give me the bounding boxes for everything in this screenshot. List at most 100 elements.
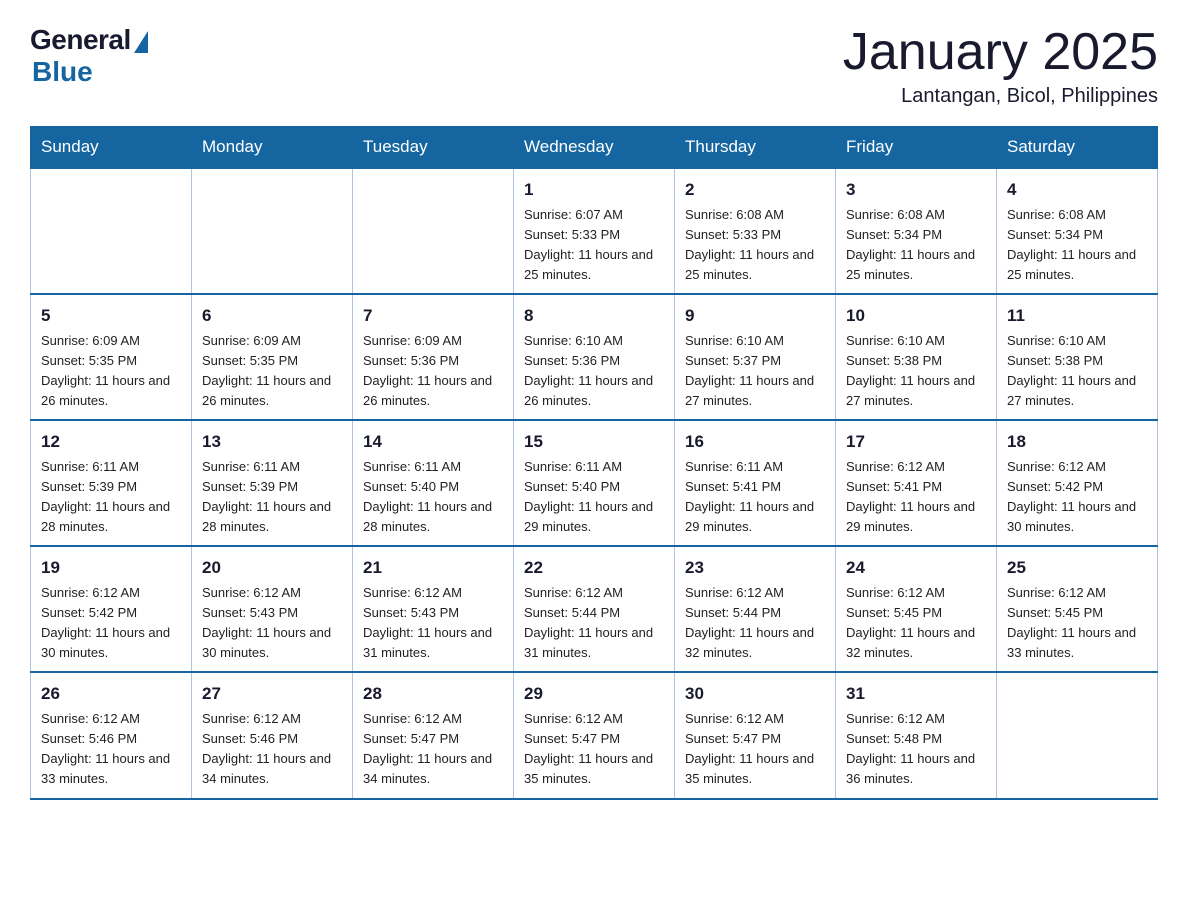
calendar-header-row: Sunday Monday Tuesday Wednesday Thursday… — [31, 127, 1158, 169]
calendar-cell: 25Sunrise: 6:12 AM Sunset: 5:45 PM Dayli… — [997, 546, 1158, 672]
calendar-cell: 4Sunrise: 6:08 AM Sunset: 5:34 PM Daylig… — [997, 168, 1158, 294]
day-number: 21 — [363, 555, 503, 581]
calendar-cell: 10Sunrise: 6:10 AM Sunset: 5:38 PM Dayli… — [836, 294, 997, 420]
calendar-cell: 31Sunrise: 6:12 AM Sunset: 5:48 PM Dayli… — [836, 672, 997, 798]
day-number: 20 — [202, 555, 342, 581]
calendar-cell: 18Sunrise: 6:12 AM Sunset: 5:42 PM Dayli… — [997, 420, 1158, 546]
logo-triangle-icon — [134, 31, 148, 53]
day-number: 23 — [685, 555, 825, 581]
day-info: Sunrise: 6:11 AM Sunset: 5:41 PM Dayligh… — [685, 457, 825, 538]
day-number: 24 — [846, 555, 986, 581]
logo-blue-text: Blue — [32, 56, 93, 88]
day-number: 8 — [524, 303, 664, 329]
calendar-cell: 23Sunrise: 6:12 AM Sunset: 5:44 PM Dayli… — [675, 546, 836, 672]
month-title: January 2025 — [843, 24, 1158, 81]
day-info: Sunrise: 6:12 AM Sunset: 5:47 PM Dayligh… — [524, 709, 664, 790]
day-info: Sunrise: 6:08 AM Sunset: 5:34 PM Dayligh… — [846, 205, 986, 286]
calendar-cell: 5Sunrise: 6:09 AM Sunset: 5:35 PM Daylig… — [31, 294, 192, 420]
calendar-week-row-2: 5Sunrise: 6:09 AM Sunset: 5:35 PM Daylig… — [31, 294, 1158, 420]
calendar-cell: 11Sunrise: 6:10 AM Sunset: 5:38 PM Dayli… — [997, 294, 1158, 420]
day-number: 11 — [1007, 303, 1147, 329]
day-number: 13 — [202, 429, 342, 455]
day-number: 30 — [685, 681, 825, 707]
day-info: Sunrise: 6:08 AM Sunset: 5:33 PM Dayligh… — [685, 205, 825, 286]
calendar-cell: 16Sunrise: 6:11 AM Sunset: 5:41 PM Dayli… — [675, 420, 836, 546]
calendar-cell: 29Sunrise: 6:12 AM Sunset: 5:47 PM Dayli… — [514, 672, 675, 798]
day-info: Sunrise: 6:09 AM Sunset: 5:35 PM Dayligh… — [202, 331, 342, 412]
day-number: 14 — [363, 429, 503, 455]
day-info: Sunrise: 6:12 AM Sunset: 5:47 PM Dayligh… — [363, 709, 503, 790]
day-info: Sunrise: 6:11 AM Sunset: 5:39 PM Dayligh… — [202, 457, 342, 538]
calendar-cell — [353, 168, 514, 294]
calendar-cell: 9Sunrise: 6:10 AM Sunset: 5:37 PM Daylig… — [675, 294, 836, 420]
calendar-cell: 13Sunrise: 6:11 AM Sunset: 5:39 PM Dayli… — [192, 420, 353, 546]
day-number: 3 — [846, 177, 986, 203]
calendar-cell: 8Sunrise: 6:10 AM Sunset: 5:36 PM Daylig… — [514, 294, 675, 420]
day-info: Sunrise: 6:12 AM Sunset: 5:41 PM Dayligh… — [846, 457, 986, 538]
day-number: 2 — [685, 177, 825, 203]
calendar-cell: 19Sunrise: 6:12 AM Sunset: 5:42 PM Dayli… — [31, 546, 192, 672]
col-sunday: Sunday — [31, 127, 192, 169]
day-number: 27 — [202, 681, 342, 707]
header: General Blue January 2025 Lantangan, Bic… — [30, 24, 1158, 108]
day-info: Sunrise: 6:12 AM Sunset: 5:47 PM Dayligh… — [685, 709, 825, 790]
calendar-cell: 27Sunrise: 6:12 AM Sunset: 5:46 PM Dayli… — [192, 672, 353, 798]
day-info: Sunrise: 6:10 AM Sunset: 5:38 PM Dayligh… — [846, 331, 986, 412]
day-info: Sunrise: 6:10 AM Sunset: 5:37 PM Dayligh… — [685, 331, 825, 412]
col-tuesday: Tuesday — [353, 127, 514, 169]
col-monday: Monday — [192, 127, 353, 169]
day-info: Sunrise: 6:10 AM Sunset: 5:36 PM Dayligh… — [524, 331, 664, 412]
calendar-cell: 3Sunrise: 6:08 AM Sunset: 5:34 PM Daylig… — [836, 168, 997, 294]
calendar-table: Sunday Monday Tuesday Wednesday Thursday… — [30, 126, 1158, 799]
col-friday: Friday — [836, 127, 997, 169]
day-info: Sunrise: 6:12 AM Sunset: 5:42 PM Dayligh… — [41, 583, 181, 664]
calendar-cell: 2Sunrise: 6:08 AM Sunset: 5:33 PM Daylig… — [675, 168, 836, 294]
calendar-cell: 20Sunrise: 6:12 AM Sunset: 5:43 PM Dayli… — [192, 546, 353, 672]
day-number: 17 — [846, 429, 986, 455]
day-number: 31 — [846, 681, 986, 707]
day-number: 9 — [685, 303, 825, 329]
calendar-cell — [31, 168, 192, 294]
calendar-cell — [997, 672, 1158, 798]
calendar-cell: 7Sunrise: 6:09 AM Sunset: 5:36 PM Daylig… — [353, 294, 514, 420]
day-info: Sunrise: 6:07 AM Sunset: 5:33 PM Dayligh… — [524, 205, 664, 286]
location: Lantangan, Bicol, Philippines — [843, 85, 1158, 108]
day-info: Sunrise: 6:09 AM Sunset: 5:35 PM Dayligh… — [41, 331, 181, 412]
day-number: 6 — [202, 303, 342, 329]
calendar-week-row-3: 12Sunrise: 6:11 AM Sunset: 5:39 PM Dayli… — [31, 420, 1158, 546]
day-info: Sunrise: 6:12 AM Sunset: 5:43 PM Dayligh… — [363, 583, 503, 664]
calendar-cell — [192, 168, 353, 294]
day-number: 10 — [846, 303, 986, 329]
day-info: Sunrise: 6:08 AM Sunset: 5:34 PM Dayligh… — [1007, 205, 1147, 286]
col-thursday: Thursday — [675, 127, 836, 169]
day-info: Sunrise: 6:10 AM Sunset: 5:38 PM Dayligh… — [1007, 331, 1147, 412]
day-info: Sunrise: 6:11 AM Sunset: 5:39 PM Dayligh… — [41, 457, 181, 538]
day-number: 22 — [524, 555, 664, 581]
header-right: January 2025 Lantangan, Bicol, Philippin… — [843, 24, 1158, 108]
day-number: 26 — [41, 681, 181, 707]
day-number: 19 — [41, 555, 181, 581]
day-info: Sunrise: 6:09 AM Sunset: 5:36 PM Dayligh… — [363, 331, 503, 412]
calendar-cell: 17Sunrise: 6:12 AM Sunset: 5:41 PM Dayli… — [836, 420, 997, 546]
calendar-cell: 26Sunrise: 6:12 AM Sunset: 5:46 PM Dayli… — [31, 672, 192, 798]
day-info: Sunrise: 6:11 AM Sunset: 5:40 PM Dayligh… — [524, 457, 664, 538]
day-info: Sunrise: 6:12 AM Sunset: 5:44 PM Dayligh… — [685, 583, 825, 664]
calendar-cell: 1Sunrise: 6:07 AM Sunset: 5:33 PM Daylig… — [514, 168, 675, 294]
col-wednesday: Wednesday — [514, 127, 675, 169]
calendar-cell: 6Sunrise: 6:09 AM Sunset: 5:35 PM Daylig… — [192, 294, 353, 420]
day-number: 18 — [1007, 429, 1147, 455]
day-info: Sunrise: 6:12 AM Sunset: 5:45 PM Dayligh… — [846, 583, 986, 664]
day-info: Sunrise: 6:12 AM Sunset: 5:42 PM Dayligh… — [1007, 457, 1147, 538]
day-number: 7 — [363, 303, 503, 329]
calendar-cell: 12Sunrise: 6:11 AM Sunset: 5:39 PM Dayli… — [31, 420, 192, 546]
day-number: 5 — [41, 303, 181, 329]
calendar-cell: 14Sunrise: 6:11 AM Sunset: 5:40 PM Dayli… — [353, 420, 514, 546]
page: General Blue January 2025 Lantangan, Bic… — [0, 0, 1188, 824]
calendar-cell: 28Sunrise: 6:12 AM Sunset: 5:47 PM Dayli… — [353, 672, 514, 798]
day-number: 25 — [1007, 555, 1147, 581]
day-number: 16 — [685, 429, 825, 455]
calendar-week-row-5: 26Sunrise: 6:12 AM Sunset: 5:46 PM Dayli… — [31, 672, 1158, 798]
calendar-cell: 22Sunrise: 6:12 AM Sunset: 5:44 PM Dayli… — [514, 546, 675, 672]
day-info: Sunrise: 6:12 AM Sunset: 5:43 PM Dayligh… — [202, 583, 342, 664]
day-number: 29 — [524, 681, 664, 707]
